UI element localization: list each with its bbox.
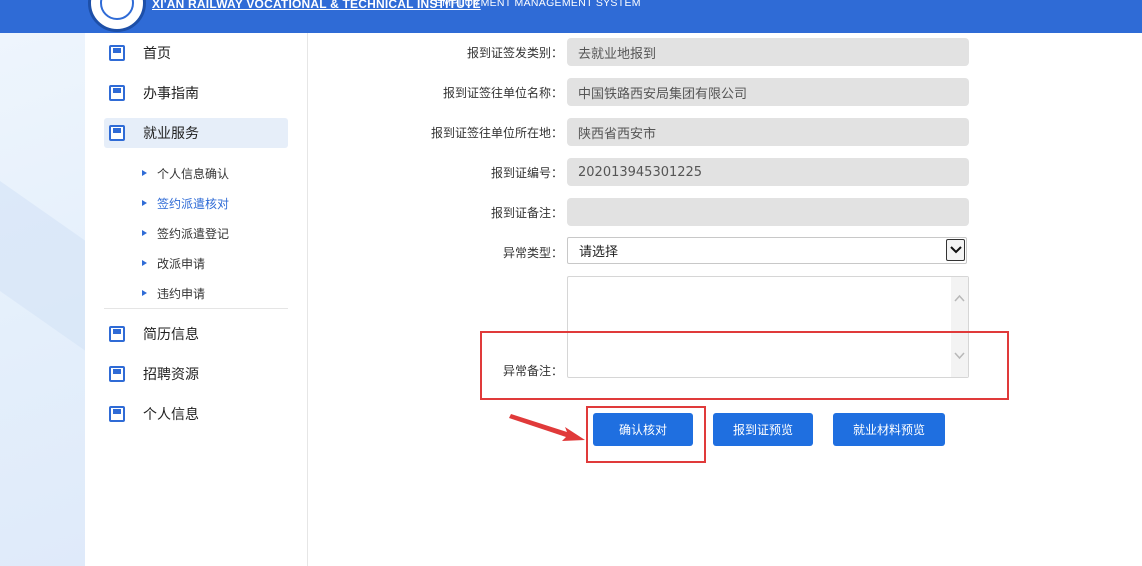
annotation-arrow-icon — [509, 414, 585, 441]
sub-item-label: 改派申请 — [157, 256, 206, 271]
sidebar-item-guide[interactable]: 办事指南 — [104, 78, 288, 108]
field-certificate-note — [567, 198, 969, 226]
field-target-unit: 中国铁路西安局集团有限公司 — [567, 78, 969, 106]
page-icon — [109, 45, 125, 61]
sidebar-item-label: 招聘资源 — [143, 367, 199, 383]
sidebar-divider — [104, 308, 288, 309]
triangle-right-icon — [142, 230, 147, 236]
certificate-preview-button[interactable]: 报到证预览 — [713, 413, 813, 446]
page-icon — [109, 326, 125, 342]
field-certificate-number: 202013945301225 — [567, 158, 969, 186]
triangle-right-icon — [142, 170, 147, 176]
field-label-certificate-note: 报到证备注： — [490, 206, 563, 220]
sub-item-contract-register[interactable]: 签约派遣登记 — [142, 223, 229, 243]
exception-type-select[interactable]: 请选择 — [567, 237, 967, 264]
sub-item-label: 签约派遣核对 — [157, 196, 230, 211]
page-icon — [109, 85, 125, 101]
chevron-down-icon[interactable] — [946, 239, 965, 261]
school-logo — [88, 0, 146, 32]
page-icon — [109, 366, 125, 382]
exception-type-label: 异常类型： — [502, 246, 563, 260]
sidebar-item-recruitment[interactable]: 招聘资源 — [104, 359, 288, 389]
page-icon — [109, 125, 125, 141]
triangle-right-icon — [142, 290, 147, 296]
sub-item-contract-verify[interactable]: 签约派遣核对 — [142, 193, 229, 213]
sidebar-item-label: 首页 — [143, 46, 171, 62]
materials-preview-button[interactable]: 就业材料预览 — [833, 413, 945, 446]
sidebar-item-label: 个人信息 — [143, 407, 199, 423]
sidebar: 首页 办事指南 就业服务 个人信息确认 签约派遣核对 签约派遣登记 改派申请 违… — [85, 33, 308, 566]
annotation-box-confirm-button — [586, 406, 706, 463]
field-label-target-unit: 报到证签往单位名称： — [442, 86, 563, 100]
system-name-en: EMPLOYMENT MANAGEMENT SYSTEM — [435, 0, 641, 9]
sidebar-item-personal-info[interactable]: 个人信息 — [104, 399, 288, 429]
sub-item-breach-apply[interactable]: 违约申请 — [142, 283, 205, 303]
sub-item-label: 签约派遣登记 — [157, 226, 230, 241]
sidebar-item-label: 办事指南 — [143, 86, 199, 102]
sub-item-label: 违约申请 — [157, 286, 206, 301]
sidebar-item-home[interactable]: 首页 — [104, 38, 288, 68]
triangle-right-icon — [142, 200, 147, 206]
sidebar-item-employment-service[interactable]: 就业服务 — [104, 118, 288, 148]
page-icon — [109, 406, 125, 422]
annotation-box-exception-note — [480, 331, 1009, 400]
field-label-unit-location: 报到证签往单位所在地： — [430, 126, 563, 140]
field-issue-type: 去就业地报到 — [567, 38, 969, 66]
sub-item-reassign-apply[interactable]: 改派申请 — [142, 253, 205, 273]
sub-item-label: 个人信息确认 — [157, 166, 230, 181]
sidebar-item-label: 简历信息 — [143, 327, 199, 343]
triangle-right-icon — [142, 260, 147, 266]
sidebar-item-resume[interactable]: 简历信息 — [104, 319, 288, 349]
sub-item-personal-info-confirm[interactable]: 个人信息确认 — [142, 163, 229, 183]
field-label-certificate-number: 报到证编号： — [490, 166, 563, 180]
field-label-issue-type: 报到证签发类别： — [466, 46, 563, 60]
exception-type-value: 请选择 — [579, 245, 619, 260]
top-header: XI'AN RAILWAY VOCATIONAL & TECHNICAL INS… — [0, 0, 1142, 33]
left-background — [0, 33, 85, 566]
field-unit-location: 陕西省西安市 — [567, 118, 969, 146]
chevron-up-icon[interactable] — [954, 293, 965, 304]
sidebar-item-label: 就业服务 — [143, 126, 199, 142]
school-name-en: XI'AN RAILWAY VOCATIONAL & TECHNICAL INS… — [152, 0, 481, 11]
